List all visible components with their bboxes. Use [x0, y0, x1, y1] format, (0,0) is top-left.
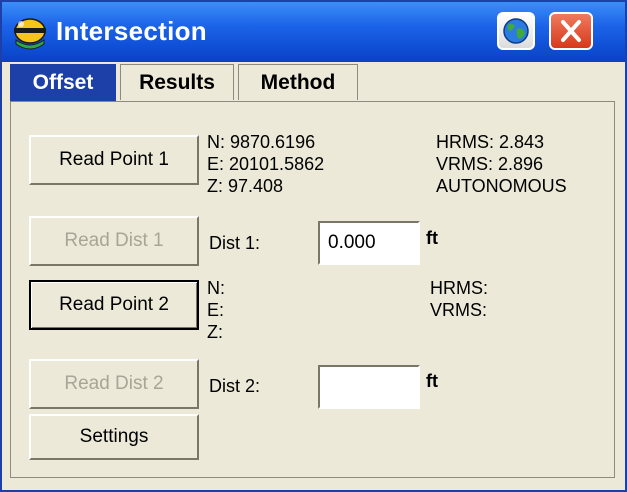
window-title: Intersection — [56, 16, 207, 46]
dist1-input[interactable] — [318, 221, 420, 265]
dist2-label: Dist 2: — [209, 376, 261, 396]
read-point-1-button[interactable]: Read Point 1 — [29, 135, 199, 185]
dist1-label: Dist 1: — [209, 233, 261, 253]
read-dist-2-button[interactable]: Read Dist 2 — [29, 359, 199, 409]
dist1-unit: ft — [426, 228, 438, 248]
point1-status: AUTONOMOUS — [436, 176, 567, 196]
globe-button[interactable] — [497, 12, 535, 50]
point1-northing: N: 9870.6196 — [207, 132, 316, 152]
point2-easting: E: — [207, 300, 225, 320]
point2-hrms: HRMS: — [430, 278, 488, 298]
close-button[interactable] — [549, 12, 593, 50]
title-bar: Intersection — [2, 2, 625, 62]
tab-offset[interactable]: Offset — [10, 64, 116, 102]
point2-northing: N: — [207, 278, 225, 298]
point1-vrms: VRMS: 2.896 — [436, 154, 544, 174]
read-point-2-button[interactable]: Read Point 2 — [29, 280, 199, 330]
read-dist-1-button[interactable]: Read Dist 1 — [29, 216, 199, 266]
surveyor-hardhat-icon — [14, 18, 46, 50]
dist2-input[interactable] — [318, 365, 420, 409]
point1-easting: E: 20101.5862 — [207, 154, 325, 174]
dist2-unit: ft — [426, 371, 438, 391]
settings-button[interactable]: Settings — [29, 414, 199, 460]
tab-results[interactable]: Results — [120, 64, 234, 100]
close-icon — [561, 20, 581, 42]
intersection-window: Intersection Offset Results Method Read … — [0, 0, 627, 492]
globe-icon — [503, 18, 529, 44]
point1-elevation: Z: 97.408 — [207, 176, 284, 196]
tab-method[interactable]: Method — [238, 64, 358, 100]
point2-elevation: Z: — [207, 322, 223, 342]
point1-hrms: HRMS: 2.843 — [436, 132, 545, 152]
point2-vrms: VRMS: — [430, 300, 488, 320]
